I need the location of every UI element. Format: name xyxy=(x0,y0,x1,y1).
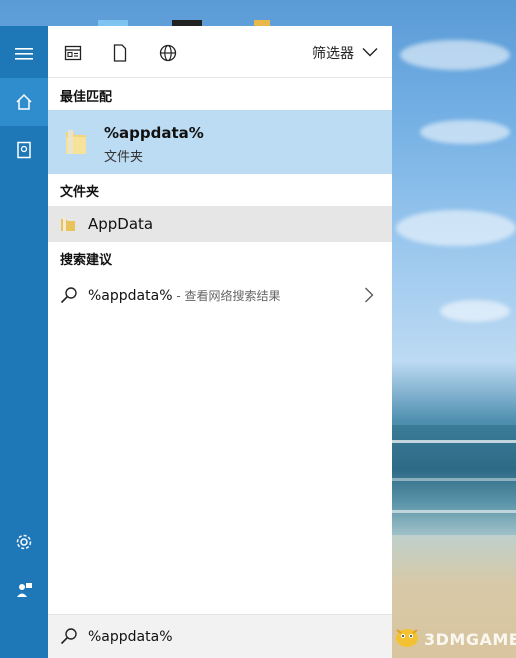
watermark-text: 3DMGAME xyxy=(424,629,516,649)
search-box[interactable]: %appdata% xyxy=(48,614,392,658)
search-panel: 筛选器 最佳匹配 %appdata% 文件夹 文件夹 AppData 搜索建议 … xyxy=(48,26,392,658)
home-icon[interactable] xyxy=(0,78,48,126)
apps-icon[interactable] xyxy=(62,42,84,64)
best-match-result[interactable]: %appdata% 文件夹 xyxy=(48,110,392,174)
chevron-down-icon xyxy=(362,45,378,61)
best-match-subtitle: 文件夹 xyxy=(104,150,144,165)
feedback-icon[interactable] xyxy=(0,566,48,614)
watermark: 3DMGAME xyxy=(394,624,516,654)
suggestion-hint: - 查看网络搜索结果 xyxy=(172,288,281,303)
search-input[interactable]: %appdata% xyxy=(88,629,173,645)
search-icon xyxy=(60,627,78,649)
filter-label: 筛选器 xyxy=(312,46,354,62)
filter-dropdown[interactable]: 筛选器 xyxy=(312,42,378,64)
globe-icon[interactable] xyxy=(157,42,179,64)
search-icon xyxy=(60,286,78,308)
folder-result-label: AppData xyxy=(88,215,154,233)
suggestion-query: %appdata% xyxy=(88,287,173,304)
document-icon[interactable] xyxy=(109,42,131,64)
best-match-heading: 最佳匹配 xyxy=(60,90,113,105)
suggestions-heading: 搜索建议 xyxy=(60,253,113,268)
chevron-right-icon[interactable] xyxy=(364,287,374,307)
search-toolbar: 筛选器 xyxy=(48,26,392,78)
folders-heading: 文件夹 xyxy=(60,185,100,200)
watermark-logo-icon xyxy=(394,625,420,653)
notebook-icon[interactable] xyxy=(0,126,48,174)
folder-result-appdata[interactable]: AppData xyxy=(48,206,392,242)
folder-icon xyxy=(64,128,88,160)
hamburger-menu-icon[interactable] xyxy=(0,30,48,78)
folder-icon xyxy=(60,216,76,236)
start-rail xyxy=(0,26,48,658)
settings-gear-icon[interactable] xyxy=(0,518,48,566)
best-match-title: %appdata% xyxy=(104,124,204,142)
web-suggestion-row[interactable]: %appdata% - 查看网络搜索结果 xyxy=(48,280,392,310)
